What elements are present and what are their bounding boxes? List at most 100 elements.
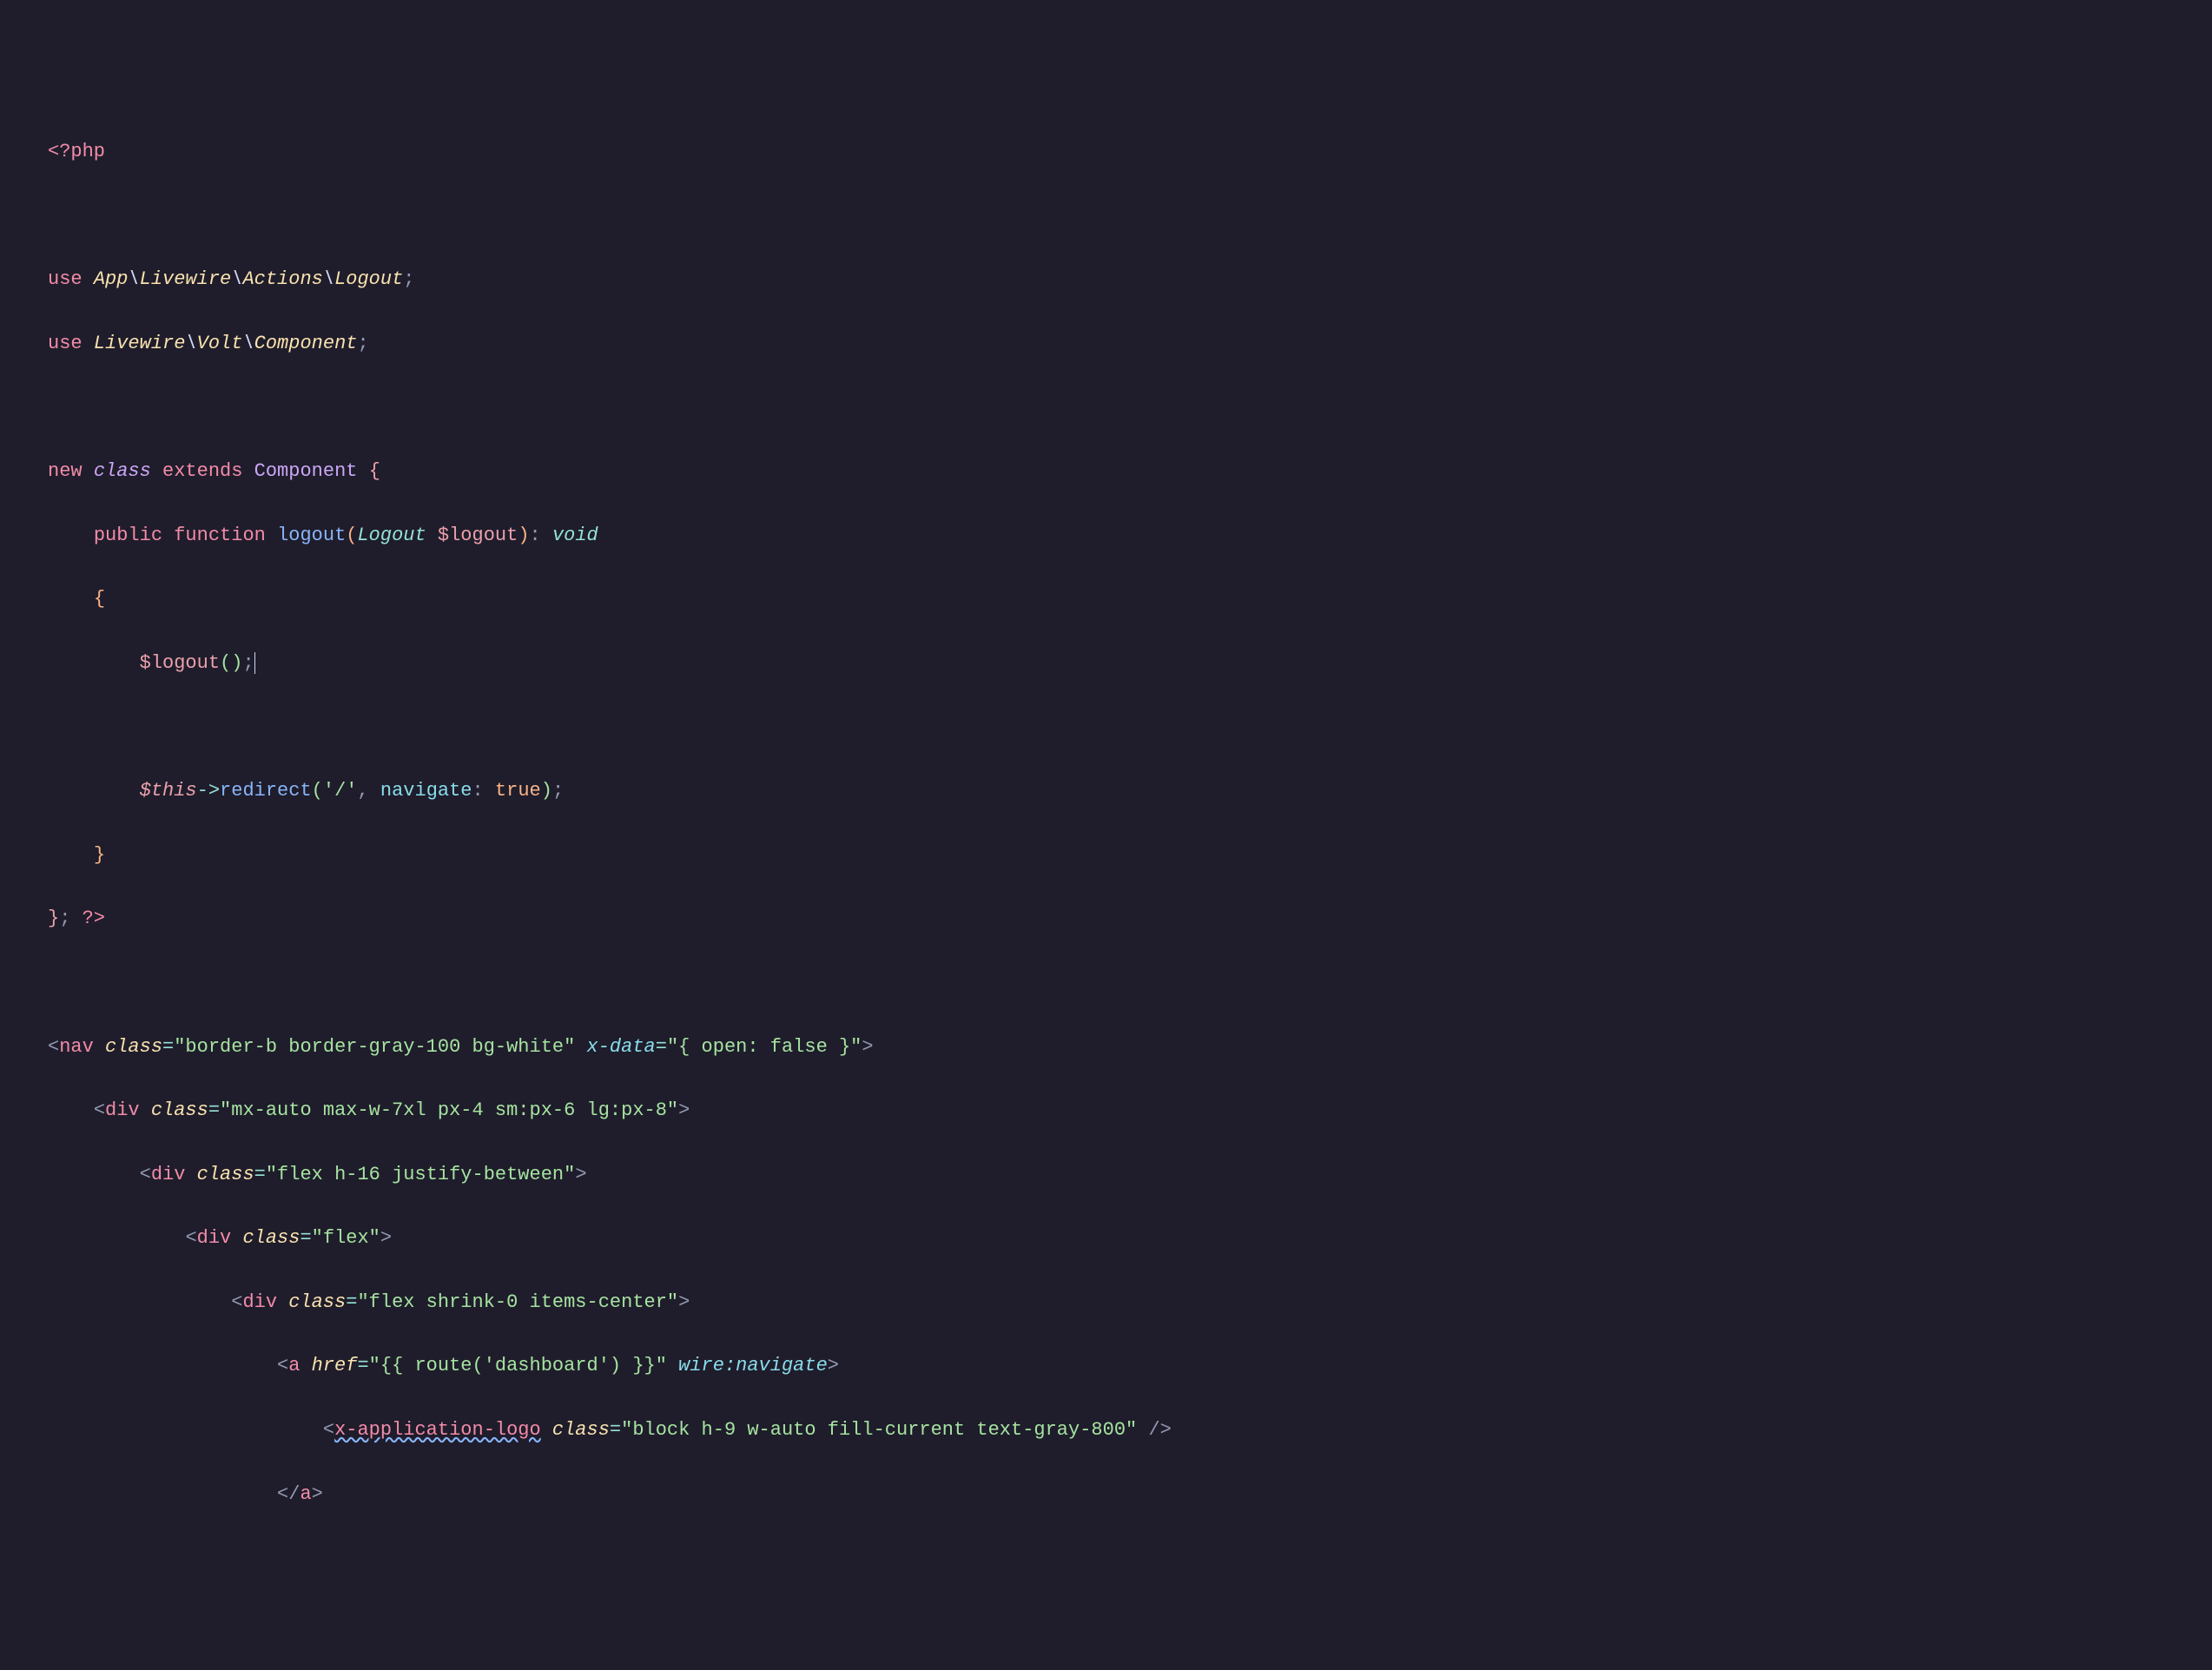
named-arg: navigate (380, 780, 472, 802)
code-line: public function logout(Logout $logout): … (48, 520, 2212, 552)
keyword-new: new (48, 460, 83, 482)
keyword-function: function (174, 525, 266, 546)
attr-value: "{ open: false }" (667, 1036, 862, 1058)
keyword-use: use (48, 268, 83, 290)
angle-open: < (48, 1036, 59, 1058)
semicolon: ; (357, 333, 368, 354)
equals: = (656, 1036, 667, 1058)
attr-value: "mx-auto max-w-7xl px-4 sm:px-6 lg:px-8" (220, 1099, 678, 1121)
namespace-separator: \ (231, 268, 242, 290)
equals: = (346, 1291, 357, 1313)
angle-open: < (277, 1355, 288, 1376)
code-line: <a href="{{ route('dashboard') }}" wire:… (48, 1350, 2212, 1383)
attr-value: "block h-9 w-auto fill-current text-gray… (621, 1419, 1137, 1441)
semicolon: ; (242, 652, 254, 674)
html-attr: class (105, 1036, 162, 1058)
angle-open: < (94, 1099, 105, 1121)
html-tag: div (197, 1227, 232, 1249)
angle-open: < (231, 1291, 242, 1313)
namespace-part: App (94, 268, 129, 290)
angle-close: > (678, 1291, 690, 1313)
html-tag: a (288, 1355, 300, 1376)
namespace-part: Component (254, 333, 358, 354)
namespace-separator: \ (128, 268, 139, 290)
php-open-tag: <?php (48, 141, 105, 162)
class-name: Component (254, 460, 358, 482)
paren-close: ) (518, 525, 529, 546)
keyword-class: class (94, 460, 151, 482)
html-attr: x-data (587, 1036, 656, 1058)
html-attr: class (242, 1227, 300, 1249)
code-line: new class extends Component { (48, 456, 2212, 488)
param-var: $logout (438, 525, 518, 546)
blank-line (48, 967, 2212, 1000)
namespace-part: Volt (197, 333, 243, 354)
html-attr: class (552, 1419, 610, 1441)
html-attr: class (197, 1164, 254, 1185)
code-line: <nav class="border-b border-gray-100 bg-… (48, 1032, 2212, 1064)
namespace-separator: \ (242, 333, 254, 354)
html-attr: href (312, 1355, 358, 1376)
code-line: <div class="flex h-16 justify-between"> (48, 1159, 2212, 1191)
angle-open: < (185, 1227, 196, 1249)
comma: , (357, 780, 368, 802)
equals: = (610, 1419, 621, 1441)
equals: = (162, 1036, 174, 1058)
html-attr: wire:navigate (678, 1355, 828, 1376)
namespace-part: Livewire (140, 268, 232, 290)
string-literal: '/' (323, 780, 358, 802)
code-line: $this->redirect('/', navigate: true); (48, 776, 2212, 808)
html-tag: nav (59, 1036, 94, 1058)
html-tag: x-application-logo (334, 1419, 541, 1441)
colon: : (472, 780, 484, 802)
brace-open: { (369, 460, 380, 482)
code-line: $logout(); (48, 648, 2212, 680)
angle-close: > (828, 1355, 839, 1376)
colon: : (530, 525, 541, 546)
paren-open: ( (220, 652, 231, 674)
code-line: <div class="flex"> (48, 1223, 2212, 1255)
attr-value: "flex shrink-0 items-center" (357, 1291, 678, 1313)
angle-open: </ (277, 1483, 300, 1505)
paren-close: ) (541, 780, 552, 802)
equals: = (208, 1099, 220, 1121)
semicolon: ; (552, 780, 564, 802)
brace-close: } (94, 844, 105, 866)
semicolon: ; (403, 268, 414, 290)
keyword-public: public (94, 525, 162, 546)
code-editor[interactable]: <?php use App\Livewire\Actions\Logout; u… (48, 136, 2212, 1510)
param-type: Logout (357, 525, 426, 546)
semicolon: ; (59, 908, 70, 929)
namespace-part: Livewire (94, 333, 186, 354)
self-close: /> (1148, 1419, 1171, 1441)
code-line: } (48, 840, 2212, 872)
code-line: <div class="mx-auto max-w-7xl px-4 sm:px… (48, 1095, 2212, 1127)
brace-open: { (94, 588, 105, 610)
method-name: logout (277, 525, 346, 546)
attr-value: "border-b border-gray-100 bg-white" (174, 1036, 575, 1058)
keyword-use: use (48, 333, 83, 354)
blank-line (48, 393, 2212, 425)
namespace-separator: \ (185, 333, 196, 354)
html-attr: class (288, 1291, 346, 1313)
html-attr: class (151, 1099, 208, 1121)
variable: $logout (140, 652, 220, 674)
bool-literal: true (495, 780, 541, 802)
brace-close: } (48, 908, 59, 929)
html-tag: div (105, 1099, 140, 1121)
this-var: $this (140, 780, 197, 802)
code-line: }; ?> (48, 903, 2212, 935)
code-line: </a> (48, 1479, 2212, 1511)
code-line: <?php (48, 136, 2212, 168)
angle-open: < (323, 1419, 334, 1441)
code-line: use Livewire\Volt\Component; (48, 328, 2212, 360)
code-line: <div class="flex shrink-0 items-center"> (48, 1287, 2212, 1319)
angle-close: > (312, 1483, 323, 1505)
blank-line (48, 201, 2212, 233)
attr-value: "flex" (312, 1227, 380, 1249)
php-close-tag: ?> (83, 908, 105, 929)
keyword-extends: extends (162, 460, 242, 482)
angle-close: > (862, 1036, 873, 1058)
attr-value: "flex h-16 justify-between" (266, 1164, 575, 1185)
code-line: <x-application-logo class="block h-9 w-a… (48, 1415, 2212, 1447)
